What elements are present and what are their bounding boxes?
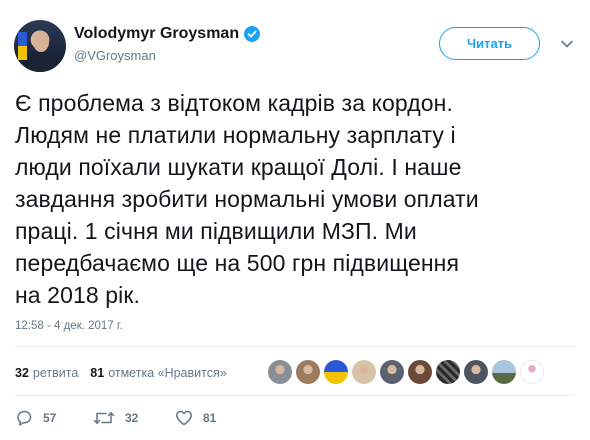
likes-count: 81 xyxy=(90,366,105,380)
liker-avatar-portrait[interactable] xyxy=(380,360,404,384)
tweet-stats: 32 ретвита 81 отметка «Нравится» xyxy=(15,366,239,380)
liker-avatar-portrait[interactable] xyxy=(464,360,488,384)
tweet-line: передбачаємо ще на 500 грн підвищення xyxy=(15,250,460,276)
liker-avatar-flag[interactable] xyxy=(324,360,348,384)
liker-avatar-pattern[interactable] xyxy=(436,360,460,384)
like-button[interactable]: 81 xyxy=(175,410,216,426)
retweets-count: 32 xyxy=(15,366,29,380)
verified-badge-icon xyxy=(244,26,261,42)
reply-count: 57 xyxy=(43,411,57,425)
liker-avatar-figure[interactable] xyxy=(520,360,544,384)
tweet-timestamp[interactable]: 12:58 - 4 дек. 2017 г. xyxy=(15,320,123,332)
likes-label: отметка «Нравится» xyxy=(108,366,227,380)
retweet-icon xyxy=(93,412,115,424)
liker-avatar-portrait[interactable] xyxy=(296,360,320,384)
author-name-row[interactable]: Volodymyr Groysman xyxy=(74,25,261,43)
author-name[interactable]: Volodymyr Groysman xyxy=(74,25,239,43)
liker-avatar-portrait[interactable] xyxy=(352,360,376,384)
liker-avatar-portrait[interactable] xyxy=(408,360,432,384)
liker-avatar-portrait[interactable] xyxy=(268,360,292,384)
retweets-label: ретвита xyxy=(32,366,79,380)
liker-avatar-landscape[interactable] xyxy=(492,360,516,384)
tweet-line: Людям не платили нормальну зарплату і xyxy=(15,122,456,148)
follow-button[interactable]: Читать xyxy=(439,27,540,60)
tweet-line: Є проблема з відтоком кадрів за кордон. xyxy=(15,90,453,116)
chevron-down-icon[interactable] xyxy=(560,39,574,49)
retweet-count-stat[interactable]: 32 ретвита xyxy=(15,366,78,380)
tweet-line: завдання зробити нормальні умови оплати xyxy=(15,186,479,212)
reply-button[interactable]: 57 xyxy=(15,410,93,426)
heart-icon xyxy=(176,410,192,426)
tweet-actions: 57 32 81 xyxy=(15,410,216,426)
divider xyxy=(15,395,575,396)
reply-icon xyxy=(17,410,32,426)
tweet-header: Volodymyr Groysman @VGroysman Читать xyxy=(0,0,590,80)
like-count-stat[interactable]: 81 отметка «Нравится» xyxy=(90,366,226,380)
tweet-line: люди поїхали шукати кращої Долі. І наше xyxy=(15,154,462,180)
like-count: 81 xyxy=(203,411,217,425)
tweet-line: праці. 1 січня ми підвищили МЗП. Ми xyxy=(15,218,417,244)
retweet-button[interactable]: 32 xyxy=(93,410,175,426)
tweet-line: на 2018 рік. xyxy=(15,282,140,308)
author-avatar[interactable] xyxy=(14,20,66,72)
liker-avatars xyxy=(268,360,544,384)
tweet-text: Є проблема з відтоком кадрів за кордон. … xyxy=(15,87,575,311)
retweet-count: 32 xyxy=(125,411,139,425)
divider xyxy=(15,346,575,347)
author-handle[interactable]: @VGroysman xyxy=(74,48,156,63)
